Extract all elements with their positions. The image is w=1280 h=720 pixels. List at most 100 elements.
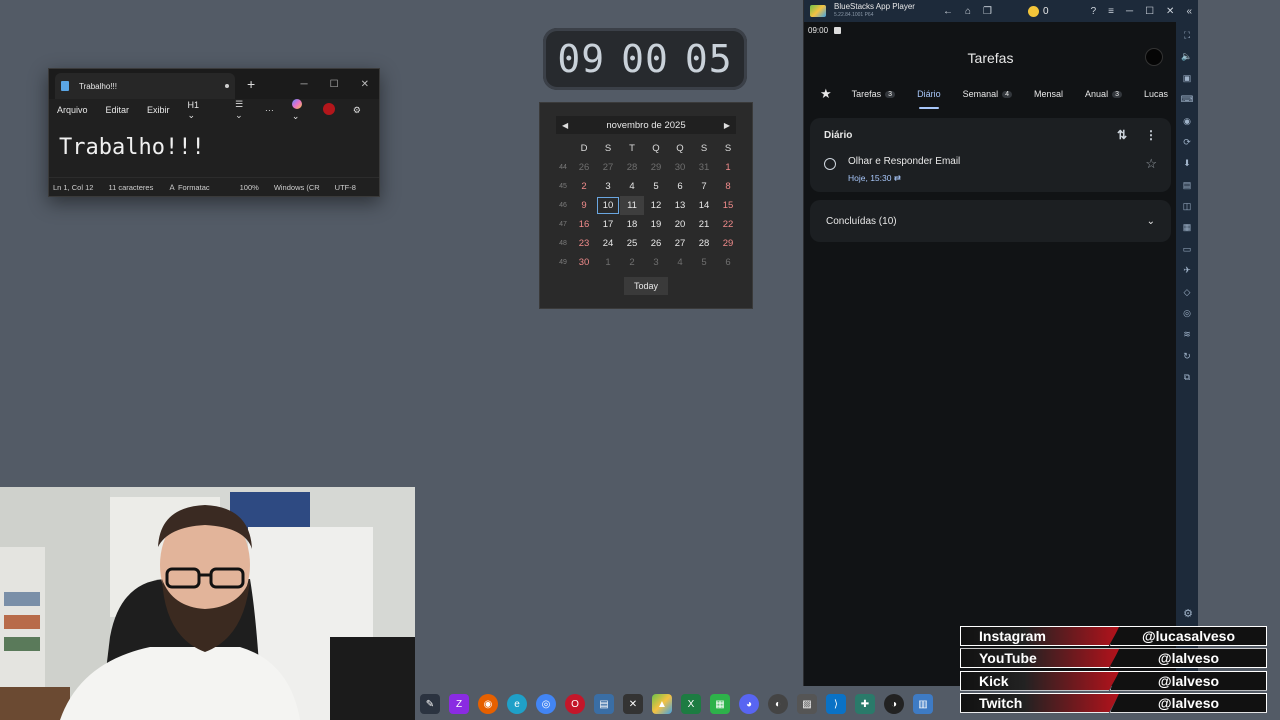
notepad-editor[interactable]: Trabalho!!! xyxy=(49,121,379,177)
calendar-day[interactable]: 4 xyxy=(668,253,692,272)
maximize-icon[interactable]: ☐ xyxy=(1145,6,1154,17)
tab-tarefas[interactable]: Tarefas 3 xyxy=(852,89,896,99)
macro-icon[interactable]: ◉ xyxy=(1181,114,1193,129)
obs-icon[interactable]: ◐ xyxy=(768,694,788,714)
starred-tab-icon[interactable]: ★ xyxy=(820,86,832,102)
menu-exibir[interactable]: Exibir xyxy=(147,105,170,115)
menu-editar[interactable]: Editar xyxy=(106,105,130,115)
line-ending[interactable]: Windows (CR xyxy=(274,183,320,192)
close-icon[interactable]: ✕ xyxy=(1166,6,1174,17)
unsaved-dot-icon[interactable] xyxy=(225,84,229,88)
calendar-day[interactable]: 27 xyxy=(596,158,620,177)
close-icon[interactable]: ✕ xyxy=(361,79,369,90)
vscode-icon[interactable]: ⟩ xyxy=(826,694,846,714)
calendar-day[interactable]: 5 xyxy=(644,177,668,196)
media-icon[interactable]: ▦ xyxy=(1181,220,1193,235)
avatar[interactable] xyxy=(1145,48,1163,66)
calendar-day[interactable]: 26 xyxy=(572,158,596,177)
zoom-level[interactable]: 100% xyxy=(240,183,259,192)
calendar-day[interactable]: 23 xyxy=(572,234,596,253)
calendar-day[interactable]: 27 xyxy=(668,234,692,253)
calendar-day[interactable]: 11 xyxy=(620,196,644,215)
location-icon[interactable]: ◎ xyxy=(1181,306,1193,321)
calendar-day[interactable]: 9 xyxy=(572,196,596,215)
calendar-day[interactable]: 17 xyxy=(596,215,620,234)
tab-mensal[interactable]: Mensal xyxy=(1034,89,1063,99)
calendar-day[interactable]: 28 xyxy=(692,234,716,253)
calendar-day[interactable]: 22 xyxy=(716,215,740,234)
sort-icon[interactable]: ⇅ xyxy=(1117,128,1127,142)
settings-gear-icon[interactable]: ⚙ xyxy=(1183,607,1193,620)
list-item[interactable]: Olhar e Responder Email Hoje, 15:30 ⇄ ☆ xyxy=(810,152,1171,192)
recent-apps-icon[interactable]: ❐ xyxy=(983,6,992,17)
next-month-icon[interactable]: ▶ xyxy=(724,121,730,130)
calendar-day[interactable]: 2 xyxy=(572,177,596,196)
capcut-icon[interactable]: ✕ xyxy=(623,694,643,714)
calendar-day[interactable]: 30 xyxy=(572,253,596,272)
today-button[interactable]: Today xyxy=(624,277,668,295)
calendar-day[interactable]: 31 xyxy=(692,158,716,177)
tab-semanal[interactable]: Semanal 4 xyxy=(963,89,1013,99)
discord-icon[interactable]: ◕ xyxy=(739,694,759,714)
copilot-icon[interactable]: ⌄ xyxy=(291,98,305,122)
help-icon[interactable]: ? xyxy=(1091,6,1097,17)
notes-icon[interactable]: ▤ xyxy=(594,694,614,714)
excel-icon[interactable]: X xyxy=(681,694,701,714)
calendar-day[interactable]: 14 xyxy=(692,196,716,215)
more-icon[interactable]: ··· xyxy=(265,105,274,115)
calendar-day[interactable]: 1 xyxy=(596,253,620,272)
calendar-day[interactable]: 3 xyxy=(644,253,668,272)
screen-record-icon[interactable]: ▣ xyxy=(1181,71,1193,86)
collapse-sidebar-icon[interactable]: « xyxy=(1186,6,1192,17)
folder-icon[interactable]: ▭ xyxy=(1181,242,1193,257)
home-icon[interactable]: ⌂ xyxy=(965,6,971,17)
menu-icon[interactable]: ≡ xyxy=(1108,6,1114,17)
calendar-day[interactable]: 1 xyxy=(716,158,740,177)
calendar-day[interactable]: 25 xyxy=(620,234,644,253)
calendar-day[interactable]: 18 xyxy=(620,215,644,234)
completed-section[interactable]: Concluídas (10) ⌄ xyxy=(810,200,1171,242)
new-tab-icon[interactable]: + xyxy=(247,76,255,92)
calendar-day[interactable]: 19 xyxy=(644,215,668,234)
keyboard-icon[interactable]: ⌨ xyxy=(1181,92,1194,107)
calendar-day[interactable]: 2 xyxy=(620,253,644,272)
record-icon[interactable] xyxy=(322,103,335,117)
calendar-day[interactable]: 15 xyxy=(716,196,740,215)
performance-icon[interactable]: ▤ xyxy=(1181,178,1193,193)
calendar-day[interactable]: 10 xyxy=(596,196,620,215)
jetbrains-icon[interactable]: Z xyxy=(449,694,469,714)
calendar-day[interactable]: 6 xyxy=(668,177,692,196)
minimize-icon[interactable]: ─ xyxy=(1126,6,1133,17)
minimize-icon[interactable]: ─ xyxy=(301,79,308,90)
install-apk-icon[interactable]: ⬇ xyxy=(1181,156,1193,171)
tab-diario[interactable]: Diário xyxy=(917,89,941,109)
calendar-day[interactable]: 29 xyxy=(716,234,740,253)
cursor-app-icon[interactable]: ◑ xyxy=(884,694,904,714)
calculator-icon[interactable]: ▦ xyxy=(710,694,730,714)
multi-instance-icon[interactable]: ⧉ xyxy=(1181,370,1193,385)
chrome-icon[interactable]: ◎ xyxy=(536,694,556,714)
rotate-icon[interactable]: ↻ xyxy=(1181,349,1193,364)
gamepad-icon[interactable]: ✚ xyxy=(855,694,875,714)
tab-lucas[interactable]: Lucas xyxy=(1144,89,1168,99)
eco-mode-icon[interactable]: ◇ xyxy=(1181,285,1193,300)
coins-badge[interactable]: 0 xyxy=(1027,5,1049,17)
fullscreen-icon[interactable]: ⛶ xyxy=(1181,28,1193,43)
layers-icon[interactable]: ≋ xyxy=(1181,327,1193,342)
screenshot-icon[interactable]: ◫ xyxy=(1181,199,1193,214)
notepad-tab[interactable]: Trabalho!!! xyxy=(55,73,235,99)
heading-select[interactable]: H1 ⌄ xyxy=(188,100,218,121)
calendar-day[interactable]: 8 xyxy=(716,177,740,196)
airplane-icon[interactable]: ✈ xyxy=(1181,263,1193,278)
settings-gear-icon[interactable]: ⚙ xyxy=(353,105,361,116)
calendar-day[interactable]: 28 xyxy=(620,158,644,177)
calendar-day[interactable]: 5 xyxy=(692,253,716,272)
firefox-icon[interactable]: ◉ xyxy=(478,694,498,714)
calendar-day[interactable]: 3 xyxy=(596,177,620,196)
volume-icon[interactable]: 🔈 xyxy=(1181,49,1193,64)
edge-icon[interactable]: e xyxy=(507,694,527,714)
calendar-day[interactable]: 29 xyxy=(644,158,668,177)
calendar-day[interactable]: 4 xyxy=(620,177,644,196)
bluestacks-icon[interactable]: ▲ xyxy=(652,694,672,714)
opera-icon[interactable]: O xyxy=(565,694,585,714)
